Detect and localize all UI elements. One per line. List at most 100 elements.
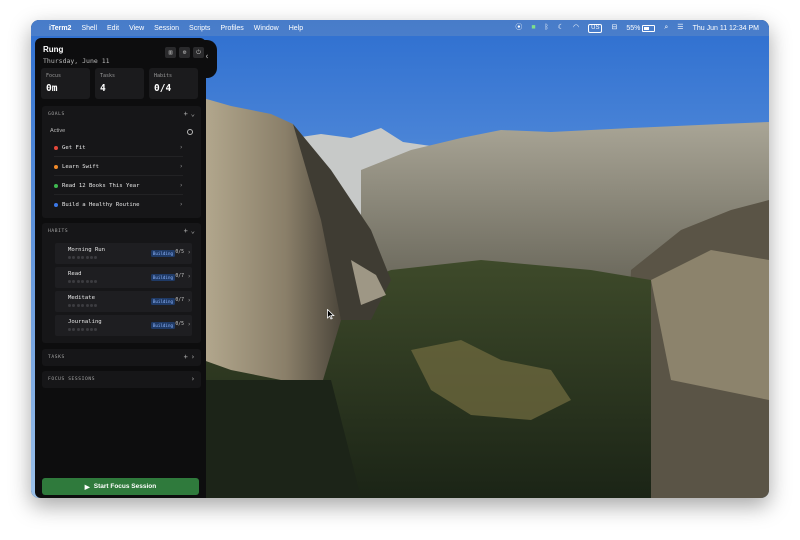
menu-scripts[interactable]: Scripts <box>189 25 210 32</box>
battery-icon <box>642 24 656 32</box>
battery-indicator[interactable]: 55% <box>626 24 656 32</box>
goal-item[interactable]: Learn Swift › <box>54 158 183 175</box>
tasks-controls: + › <box>184 353 195 361</box>
stat-value: 4 <box>100 83 106 94</box>
stat-label: Focus <box>46 73 62 79</box>
page-title: Rung <box>43 45 64 54</box>
goal-item[interactable]: Get Fit › <box>54 139 183 156</box>
habit-status-badge: Building <box>150 274 175 281</box>
play-icon: ▶ <box>84 483 90 491</box>
habit-count: 0/5 <box>175 322 184 327</box>
habits-controls: + ⌄ <box>184 227 195 235</box>
goals-active-label: Active <box>50 128 66 134</box>
stat-value: 0/4 <box>154 83 172 94</box>
record-icon[interactable]: ⦿ <box>515 24 522 32</box>
screen-mirroring-icon[interactable]: ⊟ <box>611 24 617 32</box>
circle-icon[interactable] <box>187 129 193 135</box>
menu-edit[interactable]: Edit <box>107 25 119 32</box>
habits-section: HABITS + ⌄ Morning Run Building 0/5 › Re… <box>42 223 201 343</box>
stat-value: 0m <box>46 83 58 94</box>
power-icon: ⏻ <box>196 48 201 56</box>
goals-heading: GOALS <box>48 112 65 117</box>
power-button[interactable]: ⏻ <box>193 47 204 58</box>
menu-bar-status-area: ⦿ ■ ᛒ ☾ ◠ US ⊟ 55% ⌕ ☰ Thu Jun 11 12:34 … <box>515 23 759 33</box>
menu-profiles[interactable]: Profiles <box>220 25 243 32</box>
focus-sessions-section[interactable]: FOCUS SESSIONS › <box>42 371 201 388</box>
menu-session[interactable]: Session <box>154 25 179 32</box>
add-task-plus-icon[interactable]: + <box>184 353 188 361</box>
menu-bar: iTerm2 Shell Edit View Session Scripts P… <box>31 20 769 36</box>
menu-window[interactable]: Window <box>254 25 279 32</box>
habit-row[interactable]: Journaling Building 0/5 › <box>55 315 192 336</box>
chevron-right-icon: › <box>179 144 183 151</box>
habits-heading: HABITS <box>48 229 69 234</box>
add-habit-plus-icon[interactable]: + <box>184 227 188 235</box>
moon-icon[interactable]: ☾ <box>558 24 564 32</box>
wifi-icon[interactable]: ◠ <box>573 24 579 32</box>
gear-icon: ⚙ <box>182 49 187 56</box>
menu-help[interactable]: Help <box>289 25 303 32</box>
goals-section: GOALS + ⌄ Active Get Fit › Learn Swift › <box>42 106 201 218</box>
tasks-section[interactable]: TASKS + › <box>42 349 201 366</box>
habit-status-badge: Building <box>150 250 175 257</box>
goals-controls: + ⌄ <box>184 110 195 118</box>
goal-label: Build a Healthy Routine <box>62 201 140 208</box>
chevron-right-icon[interactable]: › <box>191 375 195 383</box>
habit-row[interactable]: Morning Run Building 0/5 › <box>55 243 192 264</box>
habit-row[interactable]: Read Building 0/7 › <box>55 267 192 288</box>
habit-streak-dots <box>68 304 98 307</box>
chevron-down-icon[interactable]: ⌄ <box>191 227 195 235</box>
goal-label: Read 12 Books This Year <box>62 182 140 189</box>
desktop-screen: iTerm2 Shell Edit View Session Scripts P… <box>31 20 769 498</box>
chevron-right-icon: › <box>187 297 191 304</box>
goal-label: Learn Swift <box>62 163 100 170</box>
menu-view[interactable]: View <box>129 25 144 32</box>
header-buttons: ▥ ⚙ ⏻ <box>165 47 204 58</box>
search-icon[interactable]: ⌕ <box>664 24 668 32</box>
goal-color-dot <box>54 164 58 169</box>
stats-button[interactable]: ▥ <box>165 47 176 58</box>
divider <box>54 194 183 195</box>
current-date: Thursday, June 11 <box>43 57 110 65</box>
stat-tasks: Tasks 4 <box>95 68 144 99</box>
menu-bar-clock[interactable]: Thu Jun 11 12:34 PM <box>693 25 759 32</box>
chevron-right-icon[interactable]: › <box>191 353 195 361</box>
bluetooth-icon[interactable]: ᛒ <box>545 24 549 32</box>
lock-icon[interactable]: ■ <box>531 24 535 32</box>
divider <box>54 175 183 176</box>
goal-color-dot <box>54 183 58 188</box>
habit-name: Meditate <box>68 295 95 301</box>
habit-streak-dots <box>68 256 98 259</box>
add-goal-plus-icon[interactable]: + <box>184 110 188 118</box>
control-center-icon[interactable]: ☰ <box>677 24 683 32</box>
chevron-right-icon: › <box>187 249 191 256</box>
settings-button[interactable]: ⚙ <box>179 47 190 58</box>
chevron-down-icon[interactable]: ⌄ <box>191 110 195 118</box>
habit-count: 0/7 <box>175 298 184 303</box>
start-focus-session-label: Start Focus Session <box>93 483 157 490</box>
goal-color-dot <box>54 145 58 150</box>
habit-count: 0/5 <box>175 250 184 255</box>
focus-sessions-heading: FOCUS SESSIONS <box>48 377 96 382</box>
habit-name: Journaling <box>68 319 102 325</box>
divider <box>54 156 183 157</box>
goal-item[interactable]: Build a Healthy Routine › <box>54 196 183 213</box>
start-focus-session-button[interactable]: ▶ Start Focus Session <box>42 478 199 495</box>
stats-row: Focus 0m Tasks 4 Habits 0/4 <box>41 68 198 99</box>
habit-streak-dots <box>68 280 98 283</box>
habit-streak-dots <box>68 328 98 331</box>
goal-item[interactable]: Read 12 Books This Year › <box>54 177 183 194</box>
stat-label: Habits <box>154 73 173 79</box>
habit-status-badge: Building <box>150 298 175 305</box>
mouse-cursor-icon <box>327 309 335 320</box>
habit-row[interactable]: Meditate Building 0/7 › <box>55 291 192 312</box>
stat-habits: Habits 0/4 <box>149 68 198 99</box>
habit-count: 0/7 <box>175 274 184 279</box>
chevron-right-icon: › <box>187 321 191 328</box>
menu-shell[interactable]: Shell <box>81 25 97 32</box>
habit-name: Morning Run <box>68 247 106 253</box>
rung-sidebar-panel: Rung Thursday, June 11 ▥ ⚙ ⏻ Focus 0m Ta… <box>35 38 206 498</box>
keyboard-input-badge[interactable]: US <box>588 23 603 33</box>
chevron-right-icon: › <box>179 163 183 170</box>
menu-app-name[interactable]: iTerm2 <box>49 25 71 32</box>
